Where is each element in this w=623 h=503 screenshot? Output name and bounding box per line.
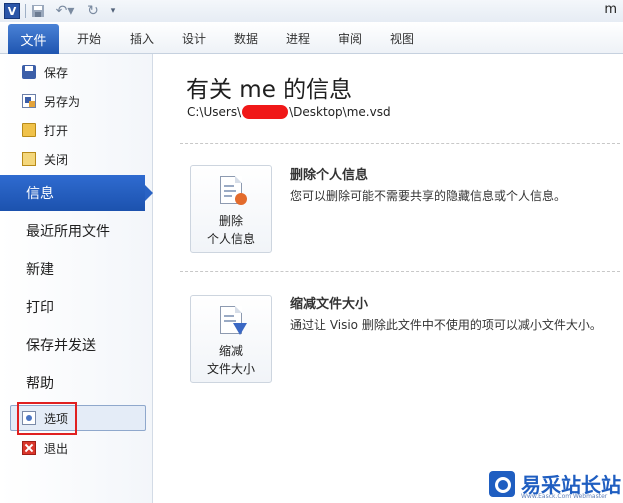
cmd-save-as[interactable]: 另存为 [22,91,80,111]
redacted-username-mark [242,105,289,119]
reduce-file-size-button[interactable]: 缩减 文件大小 [190,295,272,383]
save-icon[interactable] [31,3,45,19]
options-red-highlight [17,402,77,435]
toolbar-separator [25,4,26,18]
section-recent[interactable]: 最近所用文件 [0,213,153,249]
ribbon-tab-bar: 文件 开始 插入 设计 数据 进程 审阅 视图 [0,22,623,54]
exit-icon [22,441,36,455]
cmd-open[interactable]: 打开 [22,120,68,140]
section-divider [180,271,620,272]
save-as-icon [22,94,36,108]
tab-data[interactable]: 数据 [234,30,258,47]
file-path: C:\Users\ \Desktop\me.vsd [187,105,391,119]
cmd-exit[interactable]: 退出 [22,438,68,458]
remove-personal-info-icon [220,176,247,205]
undo-icon[interactable]: ↶▾ [52,3,78,19]
section-print[interactable]: 打印 [0,289,153,325]
remove-personal-info-button[interactable]: 删除 个人信息 [190,165,272,253]
tab-process[interactable]: 进程 [286,30,310,47]
section-new[interactable]: 新建 [0,251,153,287]
tab-review[interactable]: 审阅 [338,30,362,47]
open-folder-icon [22,123,36,137]
tab-view[interactable]: 视图 [390,30,414,47]
reduce-file-size-desc: 通过让 Visio 删除此文件中不使用的项可以减小文件大小。 [290,318,602,332]
save-icon [22,65,36,79]
watermark-logo-icon [489,471,515,497]
customize-icon[interactable]: ▾ [108,3,118,19]
backstage-nav: 保存 另存为 打开 关闭 信息 最近所用文件 新建 打印 保存并发送 帮助 [0,54,153,503]
tab-file[interactable]: 文件 [8,24,59,54]
section-divider [180,143,620,144]
redo-icon[interactable]: ↻ [85,3,101,19]
window-title: m [604,2,617,17]
tab-home[interactable]: 开始 [77,30,101,47]
section-save-send[interactable]: 保存并发送 [0,327,153,363]
reduce-file-size-title: 缩减文件大小 [290,297,369,312]
cmd-save[interactable]: 保存 [22,62,68,82]
section-info[interactable]: 信息 [0,175,153,211]
reduce-file-size-icon [220,306,247,335]
cmd-close[interactable]: 关闭 [22,149,68,169]
page-title: 有关 me 的信息 [186,77,353,103]
close-folder-icon [22,152,36,166]
title-bar: V ↶▾ ↻ ▾ m [0,0,623,22]
remove-personal-info-desc: 您可以删除可能不需要共享的隐藏信息或个人信息。 [290,189,567,203]
watermark: 易采站长站 Www.Easck.Com Webmaster [487,469,621,501]
tab-design[interactable]: 设计 [182,30,206,47]
section-help[interactable]: 帮助 [0,365,153,401]
tab-insert[interactable]: 插入 [130,30,154,47]
visio-app-icon[interactable]: V [4,3,20,19]
remove-personal-info-title: 删除个人信息 [290,168,369,183]
